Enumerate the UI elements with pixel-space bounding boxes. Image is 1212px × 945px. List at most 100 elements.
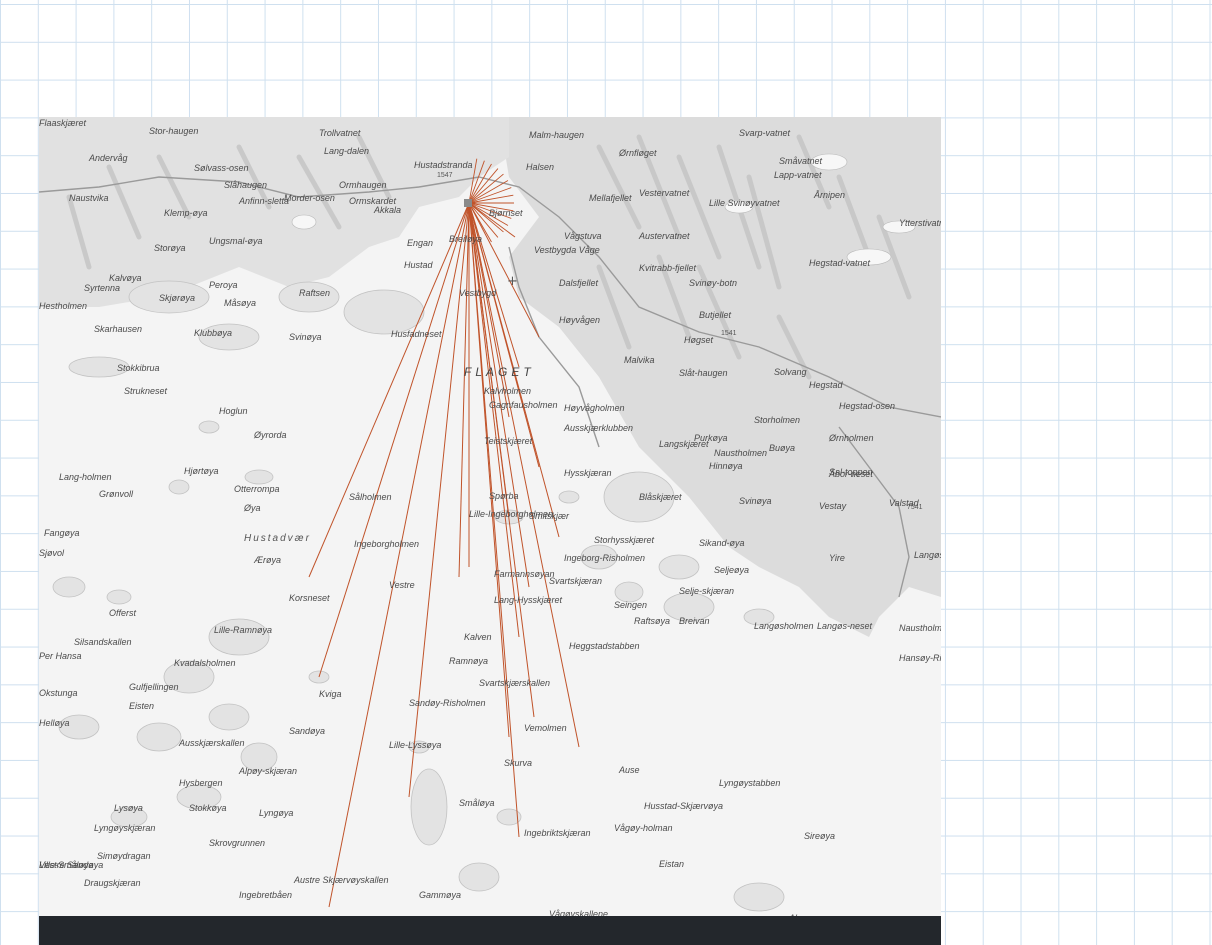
place-label: Hustadstranda (414, 160, 473, 170)
place-label: Raftsen (299, 288, 330, 298)
place-label: Austre Skjærvøyskallen (293, 875, 389, 885)
place-label: Kalvøya (109, 273, 142, 283)
place-label: Hysskjæran (564, 468, 612, 478)
place-label: Høgset (684, 335, 714, 345)
place-label: Andervåg (88, 153, 128, 163)
place-label: Hysbergen (179, 778, 223, 788)
place-label: Breivan (679, 616, 710, 626)
place-label: Kalven (464, 632, 492, 642)
road-number-2: 1541 (721, 330, 737, 337)
place-label: Sal-toppen (829, 467, 873, 477)
place-label: Seingen (614, 600, 647, 610)
place-label: Farmannsøyan (494, 569, 555, 579)
place-label: Slåhaugen (224, 180, 267, 190)
place-label: Svarp-vatnet (739, 128, 791, 138)
place-label: Klemp-øya (164, 208, 208, 218)
place-label: Peroya (209, 280, 238, 290)
place-label: Småløya (459, 798, 495, 808)
road-number-1: 1547 (437, 172, 453, 179)
place-label: Vestre Sandøya (39, 860, 103, 870)
place-label: Bjørnset (489, 208, 523, 218)
place-label: Stokkibrua (117, 363, 160, 373)
place-label: Ingebriktskjæran (524, 828, 591, 838)
place-label: Draugskjæran (84, 878, 141, 888)
place-label: Austervatnet (638, 231, 690, 241)
place-label: Øya (243, 503, 261, 513)
place-label: Ytterstivatnet (899, 218, 941, 228)
place-label: Sandøya (289, 726, 325, 736)
place-label: Sølvass-osen (194, 163, 249, 173)
place-label: Kvitrabb-fjellet (639, 263, 697, 273)
place-label: Per Hansa (39, 651, 82, 661)
place-label: Vågøy-holman (614, 823, 673, 833)
place-label: Strukneset (124, 386, 168, 396)
place-label: Svinøya (289, 332, 322, 342)
place-label: Gammøya (419, 890, 461, 900)
place-label: Buøya (769, 443, 795, 453)
place-label: Alpøy-skjæran (238, 766, 297, 776)
place-label: Vestre (389, 580, 415, 590)
place-label: Hansøy-Risholmen (899, 653, 941, 663)
place-label: Langskjæret (659, 439, 709, 449)
place-label: Lang-dalen (324, 146, 369, 156)
place-label: Sjøvol (39, 548, 65, 558)
place-label: Malvika (624, 355, 655, 365)
place-label: Mellafjellet (589, 193, 632, 203)
place-label: Kvadalsholmen (174, 658, 236, 668)
place-label: Hustadvær (244, 533, 311, 544)
place-label: Breiløya (449, 234, 482, 244)
place-label: Husstad-Skjærvøya (644, 801, 723, 811)
place-label: Selje-skjæran (679, 586, 734, 596)
place-label: FLAGET (464, 365, 535, 379)
place-label: Okstunga (39, 688, 78, 698)
place-label: Ungsmal-øya (209, 236, 263, 246)
place-label: Slåt-haugen (679, 368, 728, 378)
place-label: Svinøya (739, 496, 772, 506)
place-label: Eistan (659, 859, 684, 869)
place-label: Sikand-øya (699, 538, 745, 548)
place-label: Korsneset (289, 593, 330, 603)
place-label: Stor-haugen (149, 126, 198, 136)
place-label: Blåskjæret (639, 492, 682, 502)
place-label: Spørba (489, 491, 519, 501)
place-label: Kalvholmen (484, 386, 531, 396)
place-label: Offerst (109, 608, 137, 618)
place-label: Ingeborgholmen (354, 539, 419, 549)
place-label: Ormhaugen (339, 180, 387, 190)
place-label: Skurva (504, 758, 532, 768)
place-label: Vestbygd (459, 288, 497, 298)
place-label: Syrtenna (84, 283, 120, 293)
place-label: Silsandskallen (74, 637, 132, 647)
map-panel[interactable]: 1547 1541 7541 + Trollvatnet Stor-haugen M… (39, 117, 941, 917)
place-label: Skarhausen (94, 324, 142, 334)
place-label: Ausskjærskallen (178, 738, 245, 748)
place-label: Stokkøya (189, 803, 227, 813)
viewpoint-marker[interactable] (464, 199, 472, 207)
place-label: Vestervatnet (639, 188, 690, 198)
place-label: Årnipen (813, 190, 845, 200)
place-label: Svinøy-botn (689, 278, 737, 288)
map-canvas[interactable]: 1547 1541 7541 + TrollvatnetStor-haugen M… (39, 117, 941, 917)
place-label: Vågstuva (564, 231, 602, 241)
place-label: Lille Svinøyvatnet (709, 198, 780, 208)
place-label: Ingeborg-Risholmen (564, 553, 645, 563)
place-label: Ausskjærklubben (563, 423, 633, 433)
place-label: Hegstad-vatnet (809, 258, 871, 268)
place-label: Ørnfløget (618, 148, 657, 158)
place-label: Ærøya (253, 555, 281, 565)
place-label: Eisten (129, 701, 154, 711)
place-label: Helløya (39, 718, 70, 728)
place-label: Butjellet (699, 310, 732, 320)
place-label: Halsen (526, 162, 554, 172)
place-label: Hestholmen (39, 301, 87, 311)
place-label: Lang-Hysskjæret (494, 595, 563, 605)
place-label: Skjørøya (159, 293, 195, 303)
place-label: Trollvatnet (319, 128, 361, 138)
place-label: Høyvågen (559, 315, 600, 325)
place-label: Lang-holmen (59, 472, 112, 482)
place-label: Svartskjærskallen (479, 678, 550, 688)
place-label: Sålholmen (349, 492, 392, 502)
footer-bar (39, 916, 941, 945)
place-label: Storøya (154, 243, 186, 253)
place-label: Valstad (889, 498, 920, 508)
